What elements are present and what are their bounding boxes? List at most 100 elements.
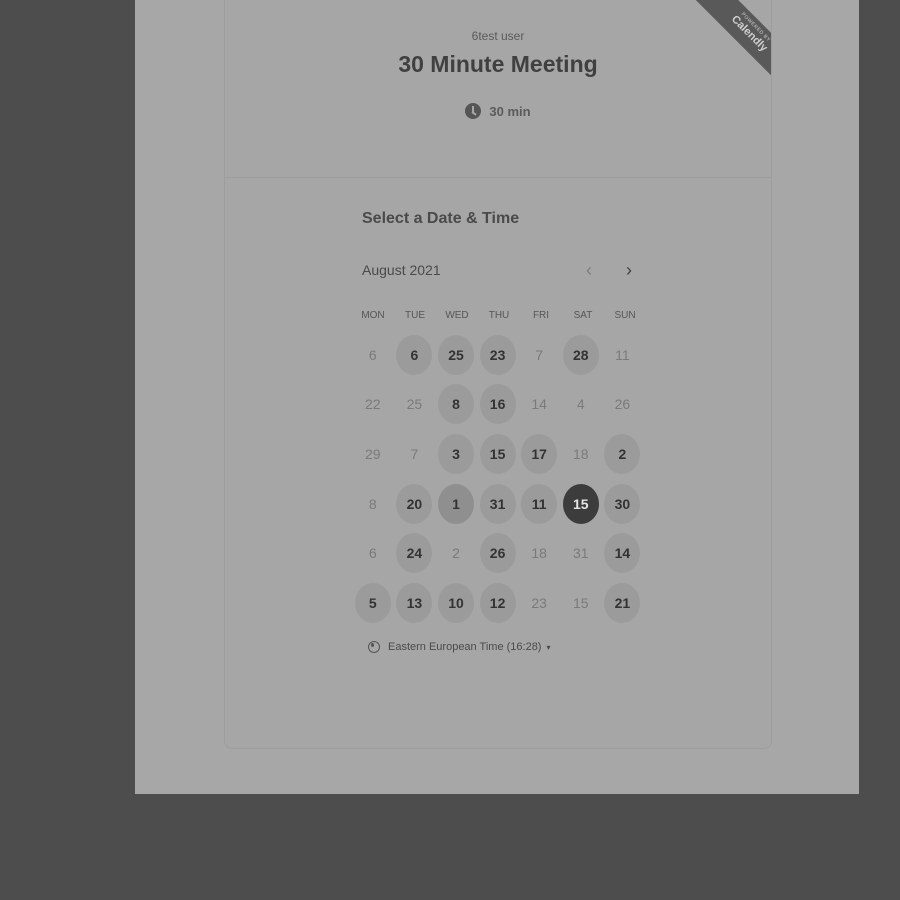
calendar-cell: 14 bbox=[602, 528, 644, 578]
timezone-selector[interactable]: Eastern European Time (16:28) ▾ bbox=[368, 641, 551, 653]
calendar-cell: 31 bbox=[477, 479, 519, 529]
day-button[interactable]: 14 bbox=[604, 533, 641, 574]
calendar-cell: 1 bbox=[435, 479, 477, 529]
calendar-cell: 4 bbox=[560, 380, 602, 430]
day-button[interactable]: 3 bbox=[437, 433, 474, 474]
day-unavailable: 15 bbox=[572, 594, 589, 611]
weekday-label: TUE bbox=[405, 310, 425, 321]
globe-icon bbox=[368, 641, 380, 653]
calendar-cell: 7 bbox=[394, 429, 436, 479]
day-button[interactable]: 5 bbox=[354, 582, 391, 623]
calendar-cell: 26 bbox=[602, 380, 644, 430]
calendar-cell: 17 bbox=[518, 429, 560, 479]
day-button[interactable]: 26 bbox=[479, 533, 516, 574]
next-month-button[interactable]: › bbox=[617, 258, 641, 282]
duration-label: 30 min bbox=[489, 103, 531, 119]
calendar-cell: 2 bbox=[435, 528, 477, 578]
day-unavailable: 31 bbox=[572, 545, 589, 562]
day-unavailable: 25 bbox=[406, 396, 423, 413]
calendar-cell: 3 bbox=[435, 429, 477, 479]
calendar-cell: 6 bbox=[352, 528, 394, 578]
prev-month-button[interactable]: ‹ bbox=[577, 258, 601, 282]
calendar-cell: 23 bbox=[518, 578, 560, 628]
day-unavailable: 29 bbox=[365, 445, 381, 462]
weekday-label: WED bbox=[445, 310, 469, 321]
day-button[interactable]: 11 bbox=[521, 483, 558, 524]
clock-icon bbox=[465, 103, 482, 119]
event-header: 6test user 30 Minute Meeting 30 min bbox=[225, 0, 771, 178]
calendar-cell: 15 bbox=[477, 429, 519, 479]
calendar-cell: 10 bbox=[435, 578, 477, 628]
day-button[interactable]: 10 bbox=[437, 582, 474, 623]
calendar-cell: 22 bbox=[352, 380, 394, 430]
day-unavailable: 6 bbox=[368, 545, 377, 562]
day-button[interactable]: 13 bbox=[396, 582, 433, 623]
chevron-right-icon: › bbox=[626, 259, 632, 280]
calendar-cell: 29 bbox=[352, 429, 394, 479]
day-unavailable: 22 bbox=[365, 396, 381, 413]
page-background: POWERED BY Calendly 6test user 30 Minute… bbox=[135, 0, 859, 794]
day-button[interactable]: 16 bbox=[479, 384, 516, 425]
day-button[interactable]: 17 bbox=[521, 433, 558, 474]
calendar-cell: 7 bbox=[518, 330, 560, 380]
day-button[interactable]: 1 bbox=[437, 483, 474, 524]
event-title: 30 Minute Meeting bbox=[398, 51, 598, 77]
calendar-cell: 12 bbox=[477, 578, 519, 628]
weekday-header: MON TUE WED THU FRI SAT SUN bbox=[352, 310, 652, 321]
calendar-cell: 14 bbox=[518, 380, 560, 430]
calendar-cell: 6 bbox=[394, 330, 436, 380]
section-title: Select a Date & Time bbox=[362, 210, 520, 227]
calendar-cell: 18 bbox=[518, 528, 560, 578]
day-unavailable: 11 bbox=[615, 346, 630, 363]
day-button[interactable]: 8 bbox=[437, 384, 474, 425]
calendar-cell: 2 bbox=[602, 429, 644, 479]
day-unavailable: 18 bbox=[531, 545, 547, 562]
calendar-cell: 28 bbox=[560, 330, 602, 380]
day-unavailable: 8 bbox=[368, 495, 377, 512]
calendar-cell: 8 bbox=[352, 479, 394, 529]
calendar-grid: 6 6 25 23 7 28 11 22 25 8 16 14 4 26 29 7 3 15 17 18 2 8 20 1 31… bbox=[352, 330, 652, 628]
day-button[interactable]: 25 bbox=[437, 334, 474, 375]
day-button[interactable]: 2 bbox=[604, 433, 641, 474]
day-unavailable: 4 bbox=[576, 396, 585, 413]
calendar-cell: 25 bbox=[394, 380, 436, 430]
day-unavailable: 26 bbox=[614, 396, 631, 413]
weekday-label: MON bbox=[361, 310, 385, 321]
calendar-cell: 15 bbox=[560, 479, 602, 529]
calendar-cell: 5 bbox=[352, 578, 394, 628]
calendar-cell: 20 bbox=[394, 479, 436, 529]
day-button[interactable]: 6 bbox=[396, 334, 433, 375]
calendar-cell: 15 bbox=[560, 578, 602, 628]
calendar-cell: 26 bbox=[477, 528, 519, 578]
day-unavailable: 6 bbox=[368, 346, 377, 363]
day-button[interactable]: 24 bbox=[396, 533, 433, 574]
day-unavailable: 7 bbox=[410, 445, 419, 462]
day-button[interactable]: 28 bbox=[562, 334, 599, 375]
weekday-label: SUN bbox=[614, 310, 636, 321]
month-label: August 2021 bbox=[362, 262, 441, 278]
day-button[interactable]: 15 bbox=[479, 433, 516, 474]
day-button[interactable]: 20 bbox=[396, 483, 433, 524]
calendar-cell: 31 bbox=[560, 528, 602, 578]
scheduling-card: POWERED BY Calendly 6test user 30 Minute… bbox=[224, 0, 772, 749]
calendar-cell: 23 bbox=[477, 330, 519, 380]
day-unavailable: 23 bbox=[531, 594, 547, 611]
day-button[interactable]: 23 bbox=[479, 334, 516, 375]
day-button[interactable]: 12 bbox=[479, 582, 516, 623]
event-owner: 6test user bbox=[471, 29, 525, 43]
calendar-cell: 13 bbox=[394, 578, 436, 628]
day-button[interactable]: 21 bbox=[604, 582, 641, 623]
calendar-cell: 8 bbox=[435, 380, 477, 430]
event-duration: 30 min bbox=[225, 103, 771, 119]
weekday-label: SAT bbox=[573, 310, 593, 321]
timezone-label: Eastern European Time (16:28) bbox=[388, 641, 542, 653]
calendar-cell: 30 bbox=[602, 479, 644, 529]
chevron-left-icon: ‹ bbox=[586, 259, 592, 280]
day-button-selected[interactable]: 15 bbox=[562, 483, 599, 524]
day-unavailable: 14 bbox=[531, 396, 547, 413]
day-unavailable: 18 bbox=[572, 445, 589, 462]
weekday-label: FRI bbox=[532, 310, 550, 321]
day-button[interactable]: 30 bbox=[604, 483, 641, 524]
calendar-cell: 24 bbox=[394, 528, 436, 578]
day-button[interactable]: 31 bbox=[479, 483, 516, 524]
